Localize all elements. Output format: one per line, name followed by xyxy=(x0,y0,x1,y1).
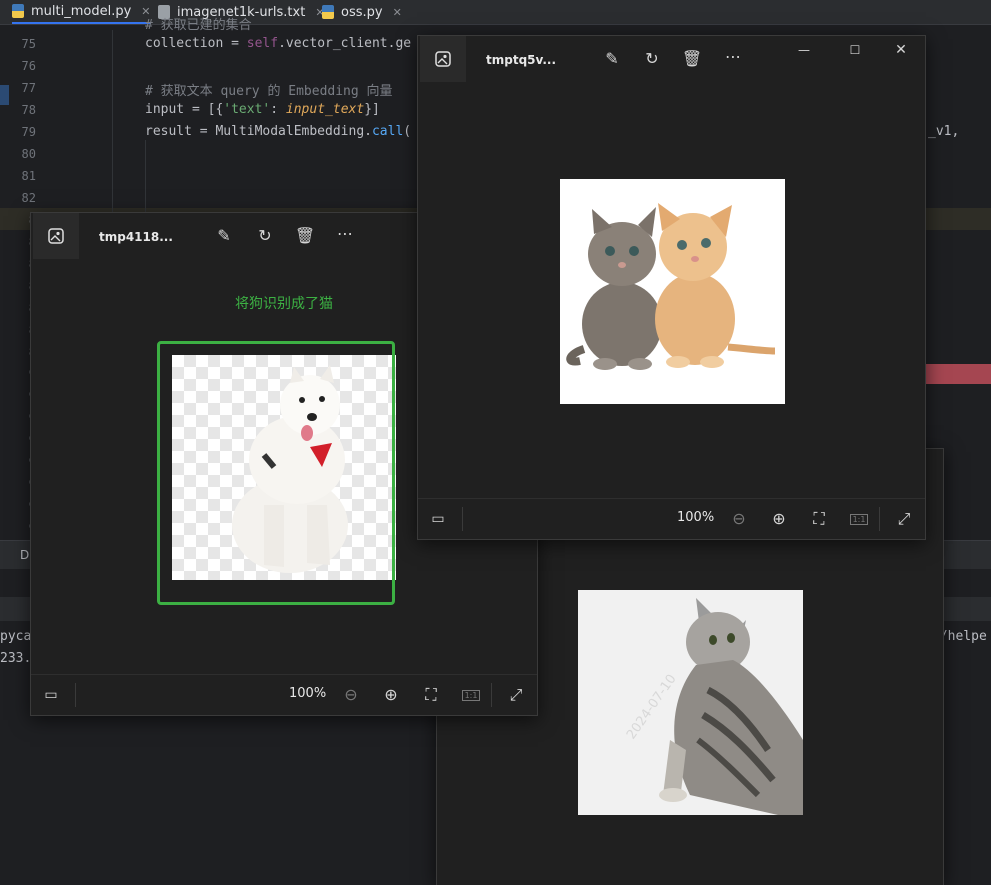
zoom-in-icon[interactable]: ⊕ xyxy=(767,507,791,531)
divider xyxy=(462,507,463,531)
code-line-79: result = MultiModalEmbedding.call( xyxy=(145,124,411,139)
divider xyxy=(491,683,492,707)
panel-label[interactable]: D xyxy=(20,548,29,562)
edit-image-icon[interactable]: ✎ xyxy=(212,224,236,248)
code-token: .vector_client.ge xyxy=(278,36,412,51)
filmstrip-icon[interactable]: ▭ xyxy=(39,683,63,707)
code-token: result = MultiModalEmbedding. xyxy=(145,124,372,139)
tab-multi-model[interactable]: multi_model.py ✕ xyxy=(12,0,151,24)
zoom-level: 100% xyxy=(677,510,715,525)
zoom-out-icon[interactable]: ⊖ xyxy=(339,683,363,707)
line-number: 81 xyxy=(21,169,36,183)
photos-app-icon xyxy=(435,51,451,67)
code-line-79-tail: _v1, xyxy=(928,124,960,139)
line-number: 82 xyxy=(21,191,36,205)
tab-label: multi_model.py xyxy=(31,3,132,19)
highlight-box xyxy=(157,341,395,605)
close-button[interactable]: ✕ xyxy=(889,38,913,62)
line-number: 76 xyxy=(21,59,36,73)
more-options-icon[interactable]: ⋯ xyxy=(333,222,357,246)
tab-label: oss.py xyxy=(341,4,383,20)
code-token: self xyxy=(246,36,279,51)
viewer-title-bar[interactable]: tmptq5v... ✎ ↻ 🗑 ⋯ — ☐ ✕ xyxy=(418,36,925,84)
viewer-footer: ▭ 100% ⊖ ⊕ ⛶ 1:1 ⤢ xyxy=(418,498,925,539)
fit-to-window-icon[interactable]: ⛶ xyxy=(807,507,831,531)
rotate-icon[interactable]: ↻ xyxy=(640,47,664,71)
ratio-label: 1:1 xyxy=(461,690,481,701)
terminal-text: pyca xyxy=(0,629,32,644)
filmstrip-icon[interactable]: ▭ xyxy=(426,507,450,531)
photos-app-button[interactable] xyxy=(420,36,466,82)
line-number: 80 xyxy=(21,147,36,161)
divider xyxy=(75,683,76,707)
python-file-icon xyxy=(322,5,334,19)
code-token: ( xyxy=(403,124,412,139)
code-comment: # 获取已建的集合 xyxy=(145,18,252,33)
fit-to-window-icon[interactable]: ⛶ xyxy=(419,683,443,707)
actual-size-icon[interactable]: 1:1 xyxy=(459,684,483,708)
error-highlight xyxy=(925,364,991,384)
code-token: input_text xyxy=(285,102,365,117)
viewer-title: tmptq5v... xyxy=(486,53,557,67)
actual-size-icon[interactable]: 1:1 xyxy=(847,508,871,532)
ratio-label: 1:1 xyxy=(849,514,869,525)
code-token: : xyxy=(270,102,286,117)
code-comment: # 获取文本 query 的 Embedding 向量 xyxy=(145,84,393,99)
photos-app-button[interactable] xyxy=(33,213,79,259)
photos-app-icon xyxy=(48,228,64,244)
code-line-75: collection = self.vector_client.ge xyxy=(145,36,411,51)
maximize-button[interactable]: ☐ xyxy=(843,38,867,62)
edit-image-icon[interactable]: ✎ xyxy=(600,47,624,71)
tabby-cat-photo: 2024-07-10 xyxy=(578,590,803,815)
zoom-out-icon[interactable]: ⊖ xyxy=(727,507,751,531)
zoom-in-icon[interactable]: ⊕ xyxy=(379,683,403,707)
two-kittens-photo xyxy=(560,179,785,404)
close-tab-icon[interactable]: ✕ xyxy=(393,6,402,19)
caption-text: 将狗识别成了猫 xyxy=(235,296,333,312)
minimize-button[interactable]: — xyxy=(792,38,816,62)
code-token: }] xyxy=(364,102,380,117)
code-line-78: input = [{'text': input_text}] xyxy=(145,102,380,117)
rotate-icon[interactable]: ↻ xyxy=(253,224,277,248)
line-number: 79 xyxy=(21,125,36,139)
delete-icon[interactable]: 🗑 xyxy=(680,47,704,71)
divider xyxy=(879,507,880,531)
fullscreen-icon[interactable]: ⤢ xyxy=(504,683,528,707)
line-number: 77 xyxy=(21,81,36,95)
line-number: 78 xyxy=(21,103,36,117)
photo-viewer-cats[interactable]: tmptq5v... ✎ ↻ 🗑 ⋯ — ☐ ✕ ▭ 100% ⊖ ⊕ ⛶ 1:… xyxy=(417,35,926,540)
more-options-icon[interactable]: ⋯ xyxy=(721,45,745,69)
line-number: 75 xyxy=(21,37,36,51)
viewer-title: tmp4118... xyxy=(99,230,173,244)
code-token: 'text' xyxy=(223,102,271,117)
code-token: collection = xyxy=(145,36,247,51)
indent-guide xyxy=(112,30,113,230)
fullscreen-icon[interactable]: ⤢ xyxy=(892,507,916,531)
delete-icon[interactable]: 🗑 xyxy=(293,224,317,248)
code-token: input = [{ xyxy=(145,102,224,117)
viewer-footer: ▭ 100% ⊖ ⊕ ⛶ 1:1 ⤢ xyxy=(31,674,537,715)
tab-oss[interactable]: oss.py ✕ xyxy=(322,0,402,24)
zoom-level: 100% xyxy=(289,686,327,701)
python-file-icon xyxy=(12,4,24,18)
code-token: call xyxy=(371,124,404,139)
